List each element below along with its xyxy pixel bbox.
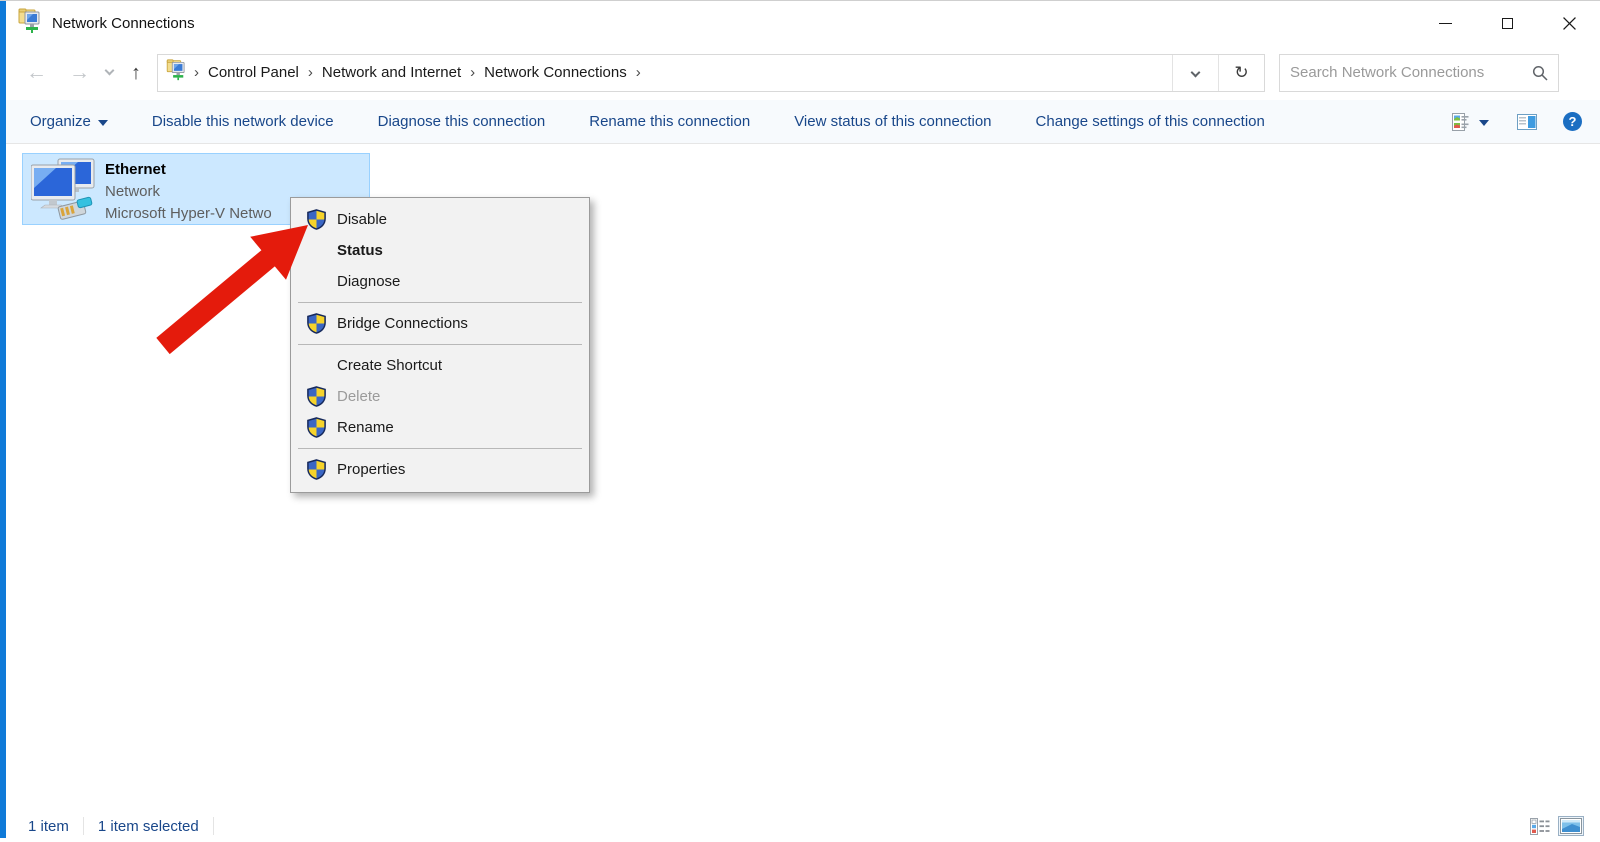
close-icon <box>1562 16 1576 30</box>
menu-item-label: Diagnose <box>337 273 401 290</box>
close-button[interactable] <box>1538 1 1600 45</box>
large-icons-view-button[interactable] <box>1558 816 1584 836</box>
content-area[interactable]: Ethernet Network Microsoft Hyper-V Netwo <box>6 144 1600 819</box>
menu-item-label: Disable <box>337 211 388 228</box>
menu-item-label: Delete <box>337 388 381 405</box>
context-menu: Disable Status Diagnose Bridge Connections… <box>290 197 590 493</box>
network-folder-icon <box>18 8 42 39</box>
command-toolbar: Organize Disable this network device Diagn… <box>6 100 1600 144</box>
toolbar-item[interactable]: Change settings of this connection <box>1036 113 1265 130</box>
menu-item-label: Create Shortcut <box>337 357 443 374</box>
breadcrumb-separator-icon: › <box>307 64 313 81</box>
menu-item-disable[interactable]: Disable <box>291 204 589 235</box>
window-title: Network Connections <box>52 14 195 32</box>
uac-shield-icon <box>305 313 327 334</box>
breadcrumb-item[interactable]: Network Connections <box>482 64 629 81</box>
menu-item-rename[interactable]: Rename <box>291 412 589 443</box>
toolbar-items: Organize Disable this network device Diagn… <box>30 113 1309 130</box>
help-button[interactable]: ? <box>1563 112 1582 131</box>
toolbar-item[interactable]: Organize <box>30 113 108 130</box>
dropdown-caret-icon <box>97 119 108 126</box>
recent-locations-chevron-icon[interactable] <box>104 65 115 76</box>
navigation-bar: ← → ↑ › Control Panel › Network and Interne… <box>6 45 1600 100</box>
uac-shield-icon <box>305 459 327 480</box>
breadcrumb-item[interactable]: Network and Internet <box>320 64 463 81</box>
uac-shield-icon <box>306 313 326 334</box>
maximize-button[interactable] <box>1476 1 1538 45</box>
breadcrumb-separator-icon: › <box>470 64 476 81</box>
uac-shield-icon <box>305 386 327 407</box>
uac-shield-icon <box>305 209 327 230</box>
status-view-toggles <box>1522 816 1584 836</box>
minimize-icon <box>1438 22 1452 24</box>
connection-name: Ethernet <box>105 161 166 178</box>
menu-item-diagnose[interactable]: Diagnose <box>291 266 589 297</box>
up-arrow-icon[interactable]: ↑ <box>131 63 141 83</box>
connection-labels: Ethernet Network Microsoft Hyper-V Netwo <box>105 154 272 224</box>
menu-item-label: Properties <box>337 461 406 478</box>
breadcrumb-separator-icon: › <box>635 64 641 81</box>
uac-shield-icon <box>306 459 326 480</box>
toolbar-item[interactable]: Diagnose this connection <box>378 113 546 130</box>
toolbar-item[interactable]: Rename this connection <box>589 113 750 130</box>
ethernet-adapter-icon <box>23 154 105 224</box>
details-view-button[interactable] <box>1530 817 1550 835</box>
menu-separator <box>298 302 582 303</box>
forward-arrow-icon[interactable]: → <box>69 62 90 83</box>
views-icon <box>1452 112 1469 131</box>
search-icon[interactable] <box>1532 65 1548 81</box>
address-history-dropdown[interactable] <box>1172 54 1218 91</box>
menu-item-delete: Delete <box>291 381 589 412</box>
menu-separator <box>298 448 582 449</box>
back-arrow-icon[interactable]: ← <box>26 62 47 83</box>
breadcrumb-separator-icon: › <box>194 64 199 81</box>
connection-network: Network <box>105 183 161 200</box>
menu-item-status[interactable]: Status <box>291 235 589 266</box>
toolbar-right-icons: ? <box>1452 112 1582 131</box>
chevron-down-icon <box>1190 67 1201 78</box>
title-bar: Network Connections <box>6 1 1600 45</box>
uac-shield-icon <box>306 417 326 438</box>
status-bar: 1 item 1 item selected <box>6 815 1600 837</box>
selection-count: 1 item selected <box>84 817 214 835</box>
window-controls <box>1414 1 1600 45</box>
uac-shield-icon <box>305 417 327 438</box>
search-box <box>1279 53 1559 92</box>
item-count: 1 item <box>6 817 84 835</box>
menu-item-label: Status <box>337 242 383 259</box>
minimize-button[interactable] <box>1414 1 1476 45</box>
connection-device: Microsoft Hyper-V Netwo <box>105 205 272 222</box>
uac-shield-icon <box>306 386 326 407</box>
preview-pane-icon[interactable] <box>1517 113 1537 130</box>
address-location-icon <box>166 59 187 86</box>
details-view-icon <box>1530 817 1550 835</box>
views-button[interactable] <box>1452 112 1489 131</box>
menu-separator <box>298 344 582 345</box>
menu-item-label: Bridge Connections <box>337 315 468 332</box>
refresh-button[interactable]: ↻ <box>1218 54 1264 91</box>
menu-item-create-shortcut[interactable]: Create Shortcut <box>291 350 589 381</box>
menu-item-properties[interactable]: Properties <box>291 454 589 485</box>
search-input[interactable] <box>1290 64 1532 81</box>
address-bar[interactable]: › Control Panel › Network and Internet › Netw… <box>157 53 1265 92</box>
toolbar-item[interactable]: View status of this connection <box>794 113 991 130</box>
breadcrumb-item[interactable]: Control Panel <box>206 64 301 81</box>
help-icon: ? <box>1568 114 1577 129</box>
large-icons-view-icon <box>1560 818 1582 834</box>
maximize-icon <box>1501 17 1513 29</box>
breadcrumb: › Control Panel › Network and Internet › Netw… <box>187 64 648 81</box>
views-dropdown-caret-icon <box>1479 119 1489 126</box>
network-connections-window: Network Connections ← → ↑ › Control Pane… <box>0 0 1600 842</box>
uac-shield-icon <box>306 209 326 230</box>
menu-item-bridge-connections[interactable]: Bridge Connections <box>291 308 589 339</box>
refresh-icon: ↻ <box>1234 62 1249 82</box>
toolbar-item[interactable]: Disable this network device <box>152 113 334 130</box>
menu-item-label: Rename <box>337 419 394 436</box>
